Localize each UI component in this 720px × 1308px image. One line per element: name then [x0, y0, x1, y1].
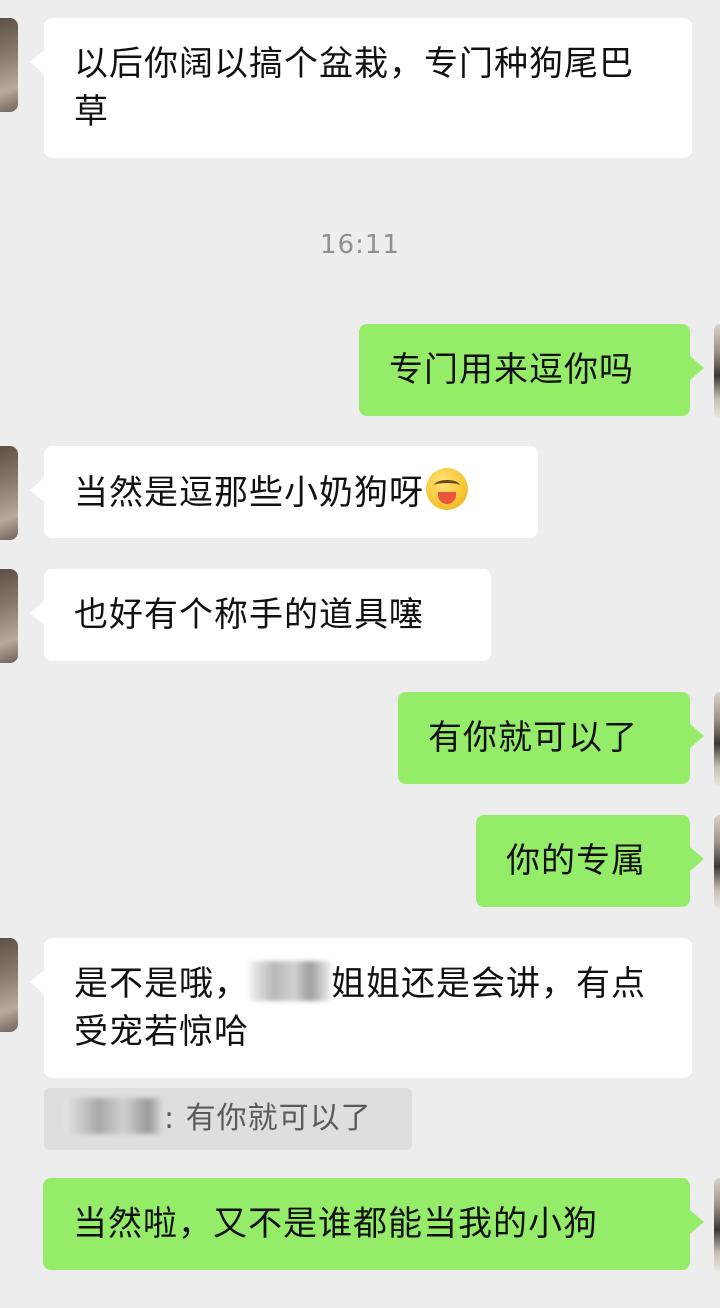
incoming-message-bubble[interactable]: 当然是逗那些小奶狗呀 — [30, 446, 538, 538]
contact-avatar[interactable] — [0, 18, 18, 112]
redacted-sender-name — [64, 1098, 164, 1134]
outgoing-message-bubble[interactable]: 当然啦，又不是谁都能当我的小狗 — [43, 1178, 704, 1270]
contact-avatar[interactable] — [0, 446, 18, 540]
outgoing-message-bubble[interactable]: 专门用来逗你吗 — [359, 324, 704, 416]
message-text: 以后你阔以搞个盆栽，专门种狗尾巴草 — [74, 44, 634, 132]
message-text: 专门用来逗你吗 — [389, 350, 634, 390]
self-avatar[interactable] — [714, 324, 720, 418]
timestamp: 16:11 — [320, 230, 400, 260]
message-text: 当然啦，又不是谁都能当我的小狗 — [73, 1204, 598, 1244]
message-text: 当然是逗那些小奶狗呀 — [74, 473, 424, 513]
message-text: 也好有个称手的道具噻 — [74, 595, 424, 635]
smiling-face-emoji-icon — [426, 468, 468, 510]
self-avatar[interactable] — [714, 692, 720, 786]
quote-text: 有你就可以了 — [185, 1101, 372, 1136]
contact-avatar[interactable] — [0, 569, 18, 663]
message-text: 你的专属 — [506, 841, 646, 881]
contact-avatar[interactable] — [0, 938, 18, 1032]
message-text: 是不是哦， — [74, 964, 249, 1004]
outgoing-message-bubble[interactable]: 有你就可以了 — [398, 692, 704, 784]
redacted-name — [249, 961, 331, 1001]
quoted-message[interactable]: : 有你就可以了 — [44, 1088, 412, 1150]
quote-separator: : — [164, 1101, 176, 1136]
self-avatar[interactable] — [714, 815, 720, 909]
message-text: 有你就可以了 — [428, 718, 638, 758]
self-avatar[interactable] — [714, 1178, 720, 1272]
outgoing-message-bubble[interactable]: 你的专属 — [476, 815, 704, 907]
incoming-message-bubble[interactable]: 也好有个称手的道具噻 — [30, 569, 491, 661]
incoming-message-bubble[interactable]: 是不是哦， 姐姐还是会讲，有点受宠若惊哈 — [30, 938, 692, 1078]
incoming-message-bubble[interactable]: 以后你阔以搞个盆栽，专门种狗尾巴草 — [30, 18, 692, 158]
